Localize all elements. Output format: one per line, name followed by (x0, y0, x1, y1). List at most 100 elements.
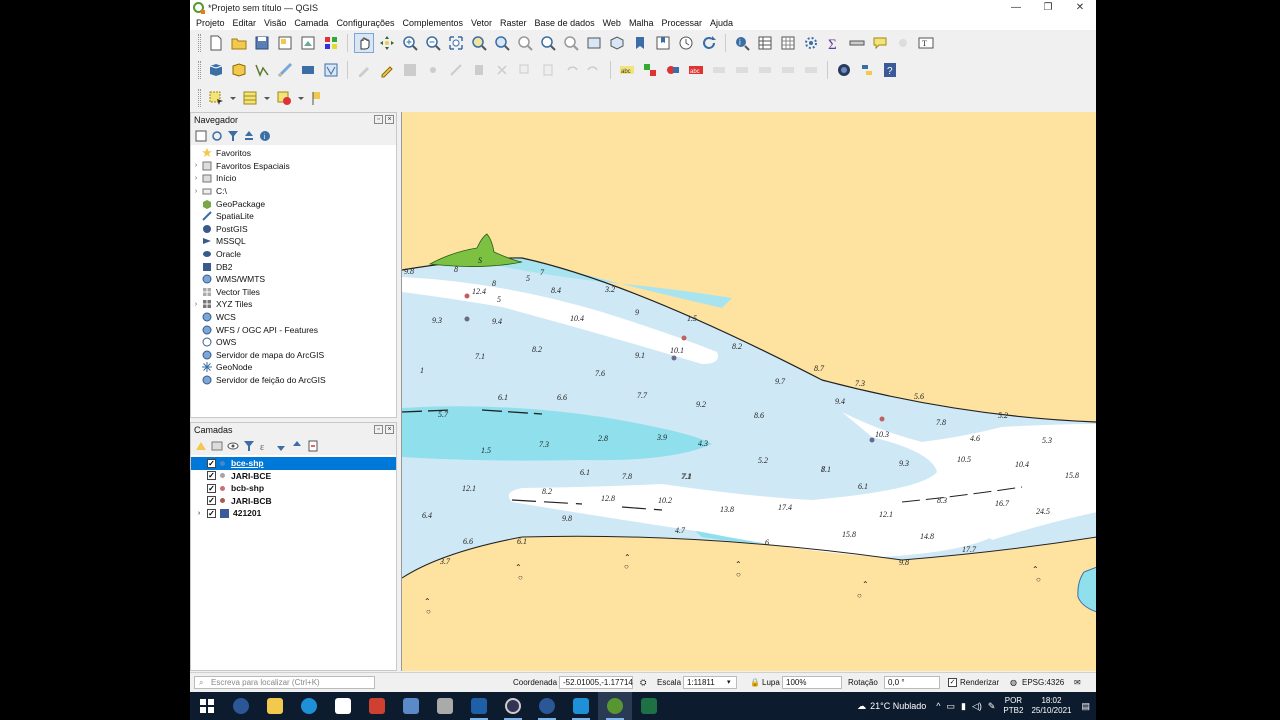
network-icon[interactable]: ▭ (946, 701, 955, 712)
label-toolbar-icon[interactable]: abc (617, 60, 637, 80)
data-source-manager-icon[interactable] (206, 60, 226, 80)
nav-item-ows[interactable]: OWS (191, 336, 396, 349)
collapse-all-icon[interactable] (243, 130, 255, 142)
measure-icon[interactable] (847, 33, 867, 53)
undo-icon[interactable] (561, 60, 581, 80)
open-project-icon[interactable] (229, 33, 249, 53)
add-feature-icon[interactable] (423, 60, 443, 80)
map-canvas[interactable]: 9.8 8 S 7 5 8.4 3.2 12.4 8 5 9.3 9.4 10.… (401, 112, 1096, 671)
temporal-controller-icon[interactable] (676, 33, 696, 53)
plugin-globe-icon[interactable] (834, 60, 854, 80)
mic-icon[interactable]: ▮ (961, 701, 966, 712)
nav-item-postgis[interactable]: PostGIS (191, 223, 396, 236)
locator-search-input[interactable]: ⌕ Escreva para localizar (Ctrl+K) (194, 676, 375, 689)
lock-scale-icon[interactable]: 🔒 (750, 678, 760, 687)
new-map-view-icon[interactable] (584, 33, 604, 53)
cut-features-icon[interactable] (492, 60, 512, 80)
layer-visibility-checkbox[interactable]: ✓ (207, 471, 216, 481)
save-project-icon[interactable] (252, 33, 272, 53)
nav-item-xyz-tiles[interactable]: › XYZ Tiles (191, 298, 396, 311)
expand-all-icon[interactable] (275, 440, 287, 452)
zoom-last-icon[interactable] (538, 33, 558, 53)
delete-selected-icon[interactable] (469, 60, 489, 80)
nav-item-c-drive[interactable]: › C:\ (191, 185, 396, 198)
layer-row-421201[interactable]: › ✓ 421201 (191, 507, 396, 520)
pen-icon[interactable]: ✎ (988, 701, 996, 712)
layer-styling-icon[interactable] (195, 440, 207, 452)
menu-malha[interactable]: Malha (629, 18, 654, 28)
deselect-features-icon[interactable] (274, 88, 294, 108)
taskbar-edge[interactable] (292, 692, 326, 720)
bookmark-icon[interactable] (630, 33, 650, 53)
chevron-up-icon[interactable]: ^ (936, 701, 940, 711)
zoom-full-icon[interactable] (446, 33, 466, 53)
pan-map-icon[interactable] (354, 33, 374, 53)
layer-row-bcb-shp[interactable]: ✓ bcb-shp (191, 482, 396, 495)
refresh-icon[interactable] (699, 33, 719, 53)
new-3d-view-icon[interactable] (607, 33, 627, 53)
menu-projeto[interactable]: Projeto (196, 18, 225, 28)
weather-label[interactable]: 21°C Nublado (870, 701, 926, 711)
add-group-icon[interactable] (211, 440, 223, 452)
taskbar-app-6[interactable] (394, 692, 428, 720)
minimize-button[interactable]: — (1000, 0, 1032, 15)
layer-visibility-checkbox[interactable]: ✓ (207, 508, 216, 518)
zoom-out-icon[interactable] (423, 33, 443, 53)
layer-visibility-checkbox[interactable]: ✓ (207, 483, 216, 493)
text-annotation-icon[interactable]: T (916, 33, 936, 53)
layer-row-bce-shp[interactable]: ✓ bce-shp (191, 457, 396, 470)
remove-layer-icon[interactable] (307, 440, 319, 452)
select-dropdown-icon[interactable] (229, 88, 237, 108)
taskbar-excel[interactable] (632, 692, 666, 720)
select-location-icon[interactable] (308, 88, 328, 108)
nav-item-spatialite[interactable]: SpatiaLite (191, 210, 396, 223)
nav-item-wcs[interactable]: WCS (191, 311, 396, 324)
taskbar-app-7[interactable] (428, 692, 462, 720)
add-mesh-layer-icon[interactable] (298, 60, 318, 80)
coordinate-field[interactable]: -52.01005,-1.17714 (559, 676, 633, 689)
pan-to-selection-icon[interactable] (377, 33, 397, 53)
collapse-all-icon[interactable] (291, 440, 303, 452)
properties-icon[interactable]: i (259, 130, 271, 142)
menu-raster[interactable]: Raster (500, 18, 527, 28)
current-edits-icon[interactable] (354, 60, 374, 80)
zoom-native-icon[interactable] (515, 33, 535, 53)
add-selected-layers-icon[interactable] (195, 130, 207, 142)
python-console-icon[interactable] (857, 60, 877, 80)
select-by-value-icon[interactable] (240, 88, 260, 108)
help-icon[interactable]: ? (880, 60, 900, 80)
nav-item-vector-tiles[interactable]: Vector Tiles (191, 286, 396, 299)
layer-row-jari-bce[interactable]: ✓ JARI-BCE (191, 470, 396, 483)
nav-item-mssql[interactable]: MSSQL (191, 235, 396, 248)
layer-labeling-icon[interactable] (640, 60, 660, 80)
new-print-layout-icon[interactable] (275, 33, 295, 53)
crs-button[interactable]: EPSG:4326 (1022, 678, 1064, 687)
toolbox-icon[interactable] (801, 33, 821, 53)
taskbar-app-10[interactable] (530, 692, 564, 720)
expand-icon[interactable]: › (191, 162, 201, 169)
layer-visibility-checkbox[interactable]: ✓ (207, 496, 216, 506)
paste-features-icon[interactable] (538, 60, 558, 80)
menu-web[interactable]: Web (603, 18, 621, 28)
zoom-selection-icon[interactable] (469, 33, 489, 53)
menu-base-de-dados[interactable]: Base de dados (535, 18, 595, 28)
menu-processar[interactable]: Processar (661, 18, 702, 28)
float-panel-icon[interactable]: ▫ (374, 425, 383, 434)
close-panel-icon[interactable]: × (385, 115, 394, 124)
save-edits-icon[interactable] (400, 60, 420, 80)
move-label-icon[interactable] (709, 60, 729, 80)
nav-item-wfs[interactable]: WFS / OGC API - Features (191, 323, 396, 336)
nav-item-geopackage[interactable]: GeoPackage (191, 197, 396, 210)
taskbar-app-1[interactable] (224, 692, 258, 720)
select-features-icon[interactable] (206, 88, 226, 108)
menu-ajuda[interactable]: Ajuda (710, 18, 733, 28)
label-diagram-icon[interactable] (801, 60, 821, 80)
menu-visao[interactable]: Visão (264, 18, 286, 28)
float-panel-icon[interactable]: ▫ (374, 115, 383, 124)
render-checkbox[interactable]: ✓ (948, 678, 957, 687)
new-project-icon[interactable] (206, 33, 226, 53)
layer-visibility-checkbox[interactable]: ✓ (207, 458, 216, 468)
nav-item-db2[interactable]: DB2 (191, 260, 396, 273)
new-geopackage-icon[interactable] (229, 60, 249, 80)
menu-complementos[interactable]: Complementos (402, 18, 463, 28)
